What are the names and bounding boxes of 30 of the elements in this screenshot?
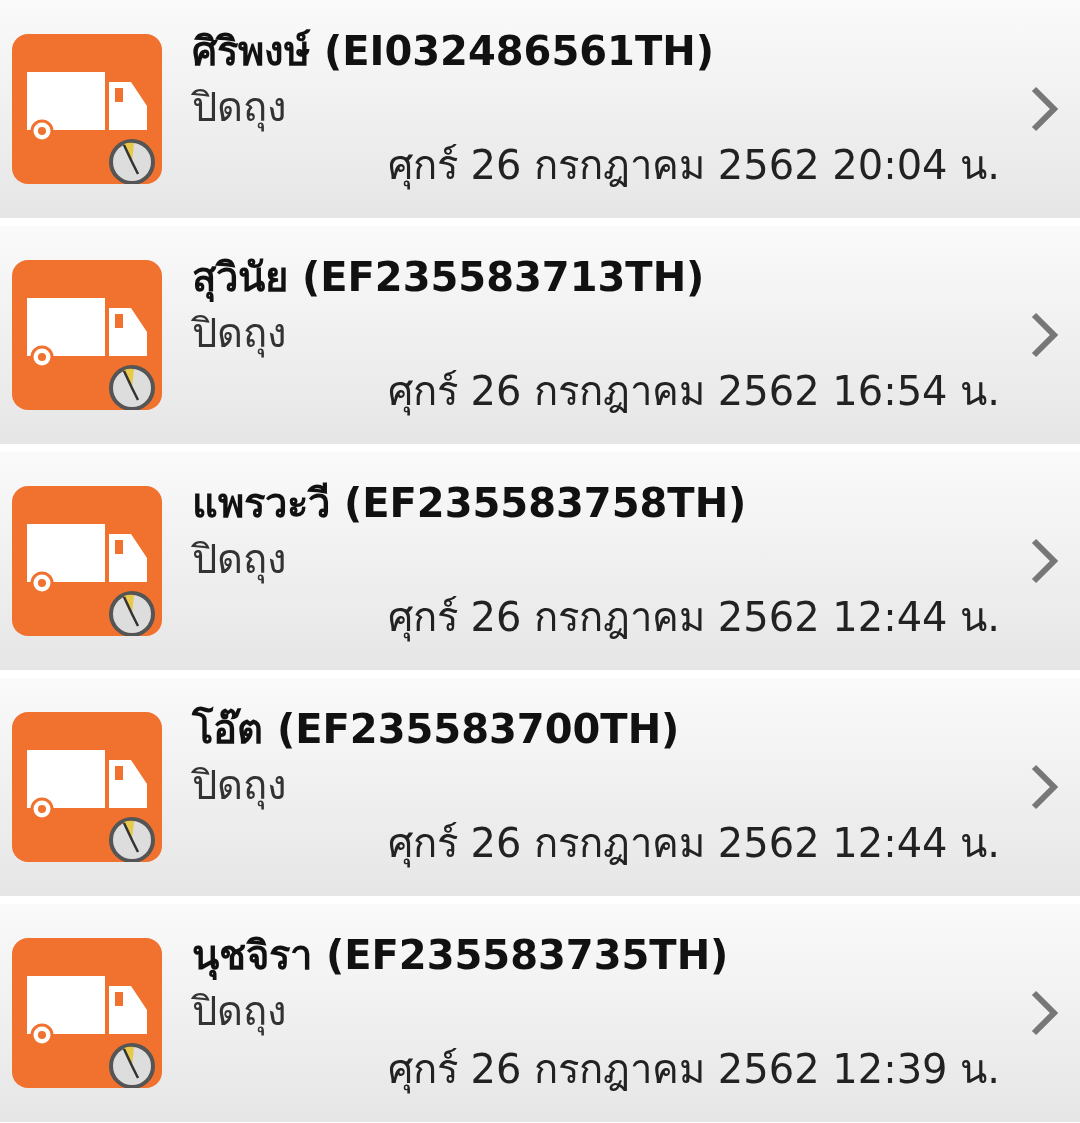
- chevron-right-icon: [1030, 763, 1060, 811]
- status-label: ปิดถุง: [192, 309, 288, 360]
- shipment-row[interactable]: โอ๊ต (EF235583700TH) ปิดถุง ศุกร์ 26 กรกฎาคม 2562 12:44 น.: [0, 678, 1080, 896]
- status-label: ปิดถุง: [192, 83, 288, 134]
- truck-clock-icon: [12, 34, 162, 184]
- recipient-tracking-title: ศิริพงษ์ (EI032486561TH): [192, 27, 715, 76]
- truck-clock-icon: [12, 712, 162, 862]
- date-time-label: ศุกร์ 26 กรกฎาคม 2562 12:44 น.: [387, 593, 1000, 644]
- chevron-right-icon: [1030, 85, 1060, 133]
- shipment-row[interactable]: นุชจิรา (EF235583735TH) ปิดถุง ศุกร์ 26 กรกฎาคม 2562 12:39 น.: [0, 904, 1080, 1122]
- chevron-right-icon: [1030, 537, 1060, 585]
- recipient-tracking-title: แพรวะวี (EF235583758TH): [192, 479, 748, 528]
- truck-clock-icon: [12, 260, 162, 410]
- chevron-right-icon: [1030, 989, 1060, 1037]
- shipment-row[interactable]: แพรวะวี (EF235583758TH) ปิดถุง ศุกร์ 26 กรกฎาคม 2562 12:44 น.: [0, 452, 1080, 670]
- date-time-label: ศุกร์ 26 กรกฎาคม 2562 12:44 น.: [387, 819, 1000, 870]
- date-time-label: ศุกร์ 26 กรกฎาคม 2562 20:04 น.: [387, 141, 1000, 192]
- status-label: ปิดถุง: [192, 535, 288, 586]
- truck-clock-icon: [12, 938, 162, 1088]
- date-time-label: ศุกร์ 26 กรกฎาคม 2562 16:54 น.: [387, 367, 1000, 418]
- recipient-tracking-title: โอ๊ต (EF235583700TH): [192, 705, 681, 754]
- chevron-right-icon: [1030, 311, 1060, 359]
- status-label: ปิดถุง: [192, 761, 288, 812]
- status-label: ปิดถุง: [192, 987, 288, 1038]
- shipment-row[interactable]: ศิริพงษ์ (EI032486561TH) ปิดถุง ศุกร์ 26 กรกฎาคม 2562 20:04 น.: [0, 0, 1080, 218]
- date-time-label: ศุกร์ 26 กรกฎาคม 2562 12:39 น.: [387, 1045, 1000, 1096]
- shipment-row[interactable]: สุวินัย (EF235583713TH) ปิดถุง ศุกร์ 26 กรกฎาคม 2562 16:54 น.: [0, 226, 1080, 444]
- recipient-tracking-title: นุชจิรา (EF235583735TH): [192, 931, 730, 982]
- recipient-tracking-title: สุวินัย (EF235583713TH): [192, 253, 706, 304]
- truck-clock-icon: [12, 486, 162, 636]
